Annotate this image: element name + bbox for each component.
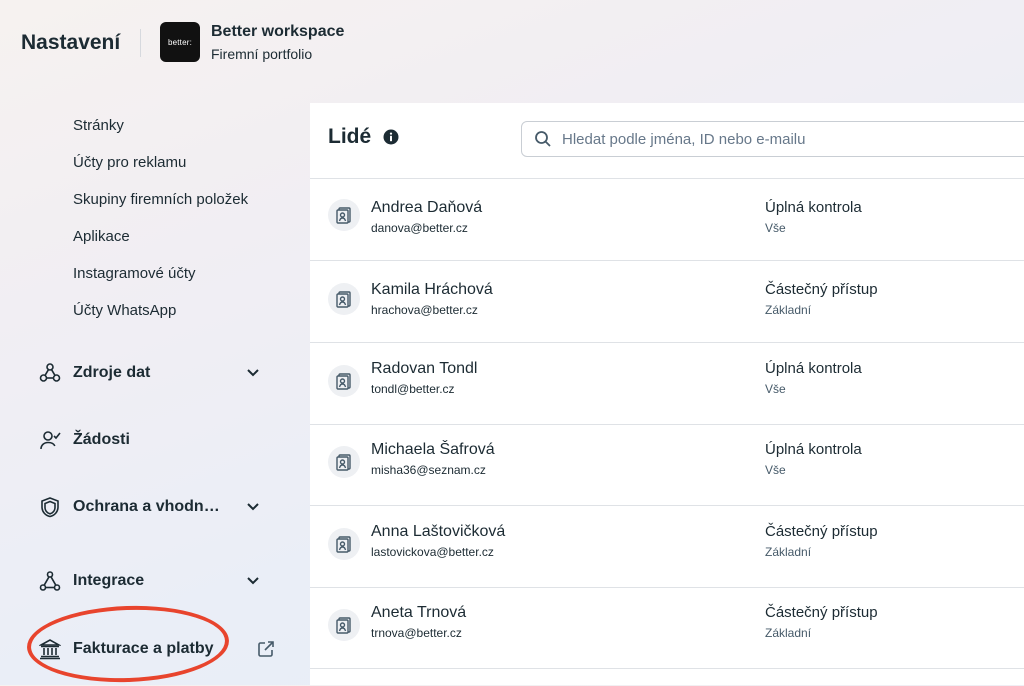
sidebar-section-label: Zdroje dat xyxy=(73,364,151,381)
person-email: tondl@better.cz xyxy=(371,382,455,396)
person-check-icon xyxy=(38,428,62,452)
chevron-down-icon[interactable] xyxy=(244,572,262,590)
person-access-scope: Základní xyxy=(765,545,812,559)
person-access-scope: Vše xyxy=(765,382,786,396)
person-access-level: Úplná kontrola xyxy=(765,199,862,216)
person-email: trnova@better.cz xyxy=(371,626,462,640)
sidebar-section-brand-safety[interactable]: Ochrana a vhodn… xyxy=(38,492,268,522)
workspace-name[interactable]: Better workspace xyxy=(211,23,344,41)
person-row[interactable]: Aneta Trnová trnova@better.cz Částečný p… xyxy=(310,587,1024,669)
person-email: hrachova@better.cz xyxy=(371,303,478,317)
person-name: Kamila Hráchová xyxy=(371,281,493,298)
data-sources-icon xyxy=(38,361,62,385)
people-panel: Lidé Andrea Daňová danova@better.cz Úpln… xyxy=(310,103,1024,685)
person-avatar-icon xyxy=(328,199,360,231)
workspace-logo[interactable]: better: xyxy=(160,22,200,62)
person-access-scope: Základní xyxy=(765,626,812,640)
sidebar-item-pages[interactable]: Stránky xyxy=(73,117,124,134)
external-link-icon[interactable] xyxy=(257,640,275,658)
sidebar-item-apps[interactable]: Aplikace xyxy=(73,228,130,245)
person-access-level: Částečný přístup xyxy=(765,523,878,540)
sidebar-section-data-sources[interactable]: Zdroje dat xyxy=(38,358,268,388)
person-row[interactable]: Radovan Tondl tondl@better.cz Úplná kont… xyxy=(310,343,1024,425)
person-access-scope: Základní xyxy=(765,303,812,317)
people-title: Lidé xyxy=(328,125,372,148)
sidebar-section-requests[interactable]: Žádosti xyxy=(38,425,268,455)
highlight-circle xyxy=(25,602,231,686)
person-row[interactable]: Anna Laštovičková lastovickova@better.cz… xyxy=(310,506,1024,588)
person-email: lastovickova@better.cz xyxy=(371,545,494,559)
person-name: Michaela Šafrová xyxy=(371,441,495,458)
person-access-level: Částečný přístup xyxy=(765,281,878,298)
person-name: Aneta Trnová xyxy=(371,604,467,621)
person-access-scope: Vše xyxy=(765,463,786,477)
person-access-level: Částečný přístup xyxy=(765,604,878,621)
person-avatar-icon xyxy=(328,609,360,641)
person-avatar-icon xyxy=(328,528,360,560)
sidebar-section-integrations[interactable]: Integrace xyxy=(38,566,268,596)
sidebar-section-label: Integrace xyxy=(73,572,145,589)
chevron-down-icon[interactable] xyxy=(244,498,262,516)
person-access-scope: Vše xyxy=(765,221,786,235)
people-panel-header: Lidé xyxy=(310,103,1024,179)
search-input[interactable] xyxy=(560,129,1024,149)
person-row[interactable]: Kamila Hráchová hrachova@better.cz Částe… xyxy=(310,261,1024,343)
sidebar-item-instagram-accounts[interactable]: Instagramové účty xyxy=(73,265,196,282)
person-email: danova@better.cz xyxy=(371,221,468,235)
shield-icon xyxy=(38,495,62,519)
person-name: Anna Laštovičková xyxy=(371,523,506,540)
page-title: Nastavení xyxy=(21,31,121,54)
sidebar-item-ad-accounts[interactable]: Účty pro reklamu xyxy=(73,154,186,171)
person-avatar-icon xyxy=(328,365,360,397)
person-email: misha36@seznam.cz xyxy=(371,463,486,477)
search-icon xyxy=(534,130,552,148)
person-row[interactable]: Andrea Daňová danova@better.cz Úplná kon… xyxy=(310,179,1024,261)
integration-icon xyxy=(38,569,62,593)
sidebar-item-business-asset-groups[interactable]: Skupiny firemních položek xyxy=(73,191,248,208)
person-avatar-icon xyxy=(328,446,360,478)
sidebar-section-label: Ochrana a vhodn… xyxy=(73,498,220,515)
top-bar: Nastavení better: Better workspace Firem… xyxy=(0,0,1024,88)
info-icon[interactable] xyxy=(383,129,399,145)
sidebar-section-label: Žádosti xyxy=(73,431,130,448)
person-name: Andrea Daňová xyxy=(371,199,483,216)
person-avatar-icon xyxy=(328,283,360,315)
people-search[interactable] xyxy=(521,121,1024,157)
person-access-level: Úplná kontrola xyxy=(765,360,862,377)
workspace-subtitle: Firemní portfolio xyxy=(211,46,313,62)
header-divider xyxy=(140,29,141,57)
person-access-level: Úplná kontrola xyxy=(765,441,862,458)
chevron-down-icon[interactable] xyxy=(244,364,262,382)
sidebar-item-whatsapp-accounts[interactable]: Účty WhatsApp xyxy=(73,302,176,319)
person-row[interactable]: Michaela Šafrová misha36@seznam.cz Úplná… xyxy=(310,424,1024,506)
person-name: Radovan Tondl xyxy=(371,360,478,377)
